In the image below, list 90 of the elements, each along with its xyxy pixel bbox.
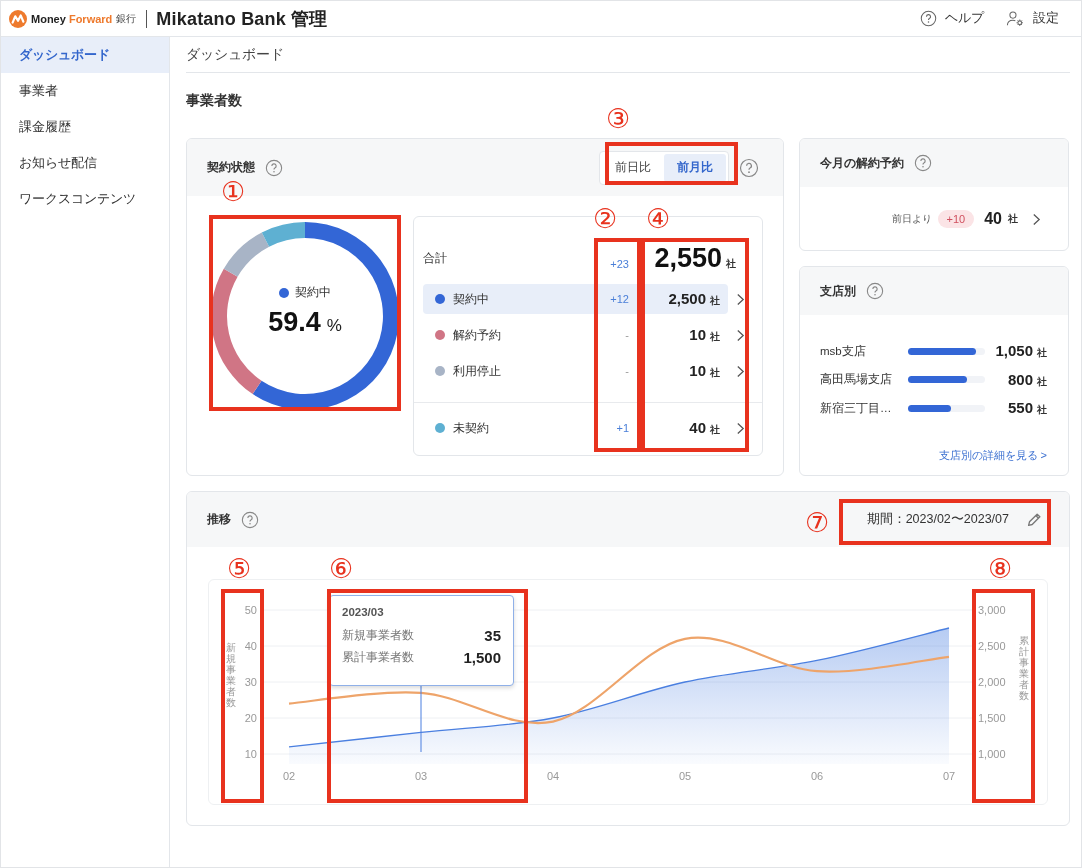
branch-count: 550 <box>1007 399 1033 417</box>
status-row[interactable]: 解約予約 - 10 社 <box>423 320 728 350</box>
sidebar-item[interactable]: お知らせ配信 <box>1 145 169 181</box>
branch-name: 新宿三丁目… <box>820 400 893 416</box>
tooltip-label: 累計事業者数 <box>342 649 414 665</box>
annotation-number: ② <box>592 204 618 232</box>
card-title: 契約状態 <box>207 159 255 176</box>
branch-name: 高田馬場支店 <box>820 372 893 388</box>
annotation-number: ① <box>220 177 246 205</box>
axis-tick-label: 30 <box>244 676 257 688</box>
card-title: 支店別 <box>820 282 856 300</box>
status-row[interactable]: 契約中 +12 2,500 社 <box>423 284 728 314</box>
change-value: +23 <box>609 258 630 272</box>
axis-tick-label: 05 <box>678 770 692 782</box>
axis-tick-label: 04 <box>546 770 560 782</box>
change-badge: +10 <box>937 210 975 228</box>
card-title: 推移 <box>207 511 231 528</box>
axis-tick-label: 1,500 <box>978 712 1006 724</box>
brand-suffix: 銀行 <box>116 11 137 26</box>
donut-unit: % <box>326 316 342 336</box>
unit-label: 社 <box>710 294 720 308</box>
status-count: 10 <box>689 362 706 379</box>
section-heading: 事業者数 <box>186 92 243 110</box>
axis-title: 新規事業者数 <box>226 642 236 708</box>
total-label: 合計 <box>423 249 448 267</box>
axis-tick-label: 02 <box>282 770 296 782</box>
sidebar-item[interactable]: ダッシュボード <box>1 37 169 73</box>
axis-tick-label: 06 <box>810 770 824 782</box>
annotation-number: ⑦ <box>804 508 830 536</box>
status-label: 利用停止 <box>453 362 501 380</box>
annotation-number: ③ <box>605 104 631 132</box>
unit-label: 社 <box>710 423 720 437</box>
axis-tick-label: 2,500 <box>978 640 1006 652</box>
unit-label: 社 <box>710 366 720 380</box>
axis-tick-label: 50 <box>244 604 257 616</box>
status-row[interactable]: 利用停止 - 10 社 <box>423 356 728 386</box>
axis-tick-label: 2,000 <box>978 676 1006 688</box>
period-label: 期間：2023/02〜2023/07 <box>866 511 1009 528</box>
axis-tick-label: 40 <box>244 640 257 652</box>
product-title: Mikatano Bank 管理 <box>156 7 328 31</box>
branch-count: 1,050 <box>995 342 1033 360</box>
unit-label: 社 <box>726 256 736 271</box>
donut-label: 契約中 <box>295 284 331 301</box>
change-value: - <box>624 329 630 341</box>
status-label: 解約予約 <box>453 326 501 344</box>
branch-name: msb支店 <box>820 343 867 359</box>
comparison-note: 前日より <box>891 212 932 226</box>
axis-tick-label: 03 <box>414 770 428 782</box>
annotation-number: ⑧ <box>987 554 1013 582</box>
tooltip-value: 35 <box>484 626 501 644</box>
breadcrumb: ダッシュボード <box>186 46 284 62</box>
axis-title: 累計事業者数 <box>1019 635 1029 701</box>
change-value: +1 <box>615 422 630 434</box>
status-label: 未契約 <box>453 419 489 437</box>
unit-label: 社 <box>1037 374 1047 389</box>
tooltip-date: 2023/03 <box>342 606 385 618</box>
status-label: 契約中 <box>453 290 489 308</box>
axis-tick-label: 1,000 <box>978 748 1006 760</box>
header-action[interactable]: 設定 <box>1006 10 1059 27</box>
tooltip-value: 1,500 <box>463 648 501 666</box>
unit-label: 社 <box>1008 212 1018 226</box>
annotation-number: ⑥ <box>328 554 354 582</box>
card-title: 今月の解約予約 <box>820 154 904 172</box>
axis-tick-label: 10 <box>244 748 257 760</box>
brand-name: Money Forward <box>31 12 113 25</box>
unit-label: 社 <box>1037 403 1047 418</box>
unit-label: 社 <box>710 330 720 344</box>
axis-tick-label: 20 <box>244 712 257 724</box>
unit-label: 社 <box>1037 346 1047 361</box>
status-count: 2,500 <box>668 290 706 307</box>
total-count: 2,550 <box>654 242 722 274</box>
status-count: 40 <box>689 419 706 436</box>
change-value: +12 <box>609 293 630 305</box>
change-value: - <box>624 365 630 377</box>
header-action[interactable]: ヘルプ <box>920 10 984 27</box>
compare-option[interactable]: 前月比 <box>664 153 726 182</box>
annotation-number: ④ <box>645 204 671 232</box>
sidebar-item[interactable]: 課金履歴 <box>1 109 169 145</box>
branch-count: 800 <box>1007 370 1033 388</box>
cancellation-count: 40 <box>984 210 1002 228</box>
donut-value: 59.4 <box>268 307 321 338</box>
sidebar-item[interactable]: 事業者 <box>1 73 169 109</box>
sidebar-item[interactable]: ワークスコンテンツ <box>1 181 169 217</box>
axis-tick-label: 07 <box>942 770 956 782</box>
tooltip-label: 新規事業者数 <box>342 627 414 643</box>
status-count: 10 <box>689 326 706 343</box>
annotation-number: ⑤ <box>226 554 252 582</box>
status-row[interactable]: 未契約 +1 40 社 <box>423 413 728 443</box>
branch-details-link[interactable]: 支店別の詳細を見る > <box>938 447 1047 463</box>
axis-tick-label: 3,000 <box>978 604 1006 616</box>
